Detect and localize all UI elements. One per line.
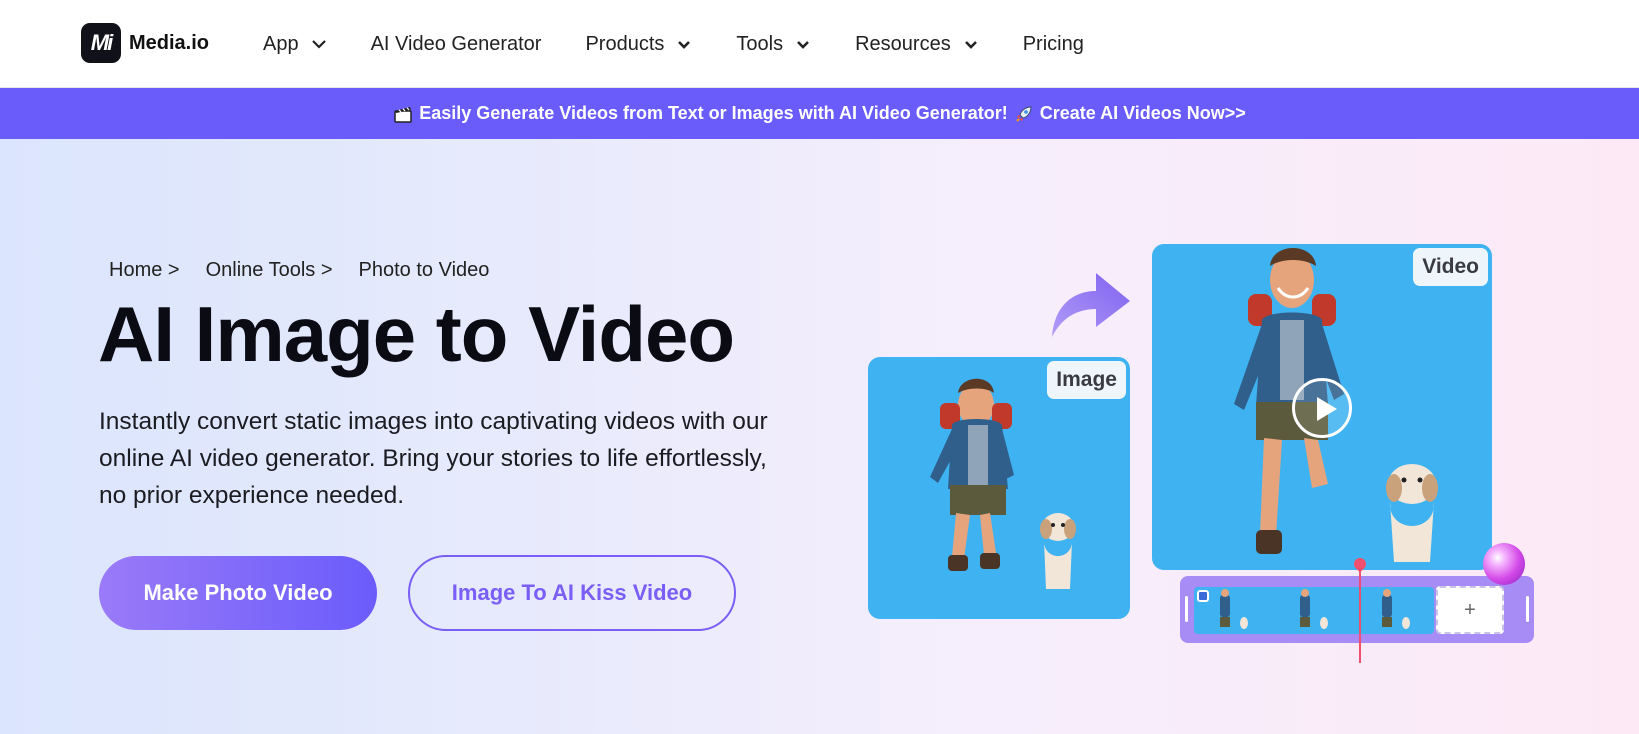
video-label: Video: [1413, 248, 1488, 286]
hero-section: Home > Online Tools > Photo to Video AI …: [0, 139, 1639, 734]
image-label: Image: [1047, 361, 1126, 399]
promo-text: Easily Generate Videos from Text or Imag…: [419, 103, 1008, 123]
promo-link[interactable]: Easily Generate Videos from Text or Imag…: [393, 103, 1246, 124]
page-title: AI Image to Video: [98, 290, 735, 378]
nav-products[interactable]: Products: [585, 33, 692, 56]
nav-app[interactable]: App: [263, 33, 327, 56]
breadcrumb: Home > Online Tools > Photo to Video: [109, 259, 515, 282]
curved-arrow-icon: [1048, 267, 1132, 339]
nav-label: Tools: [736, 32, 784, 55]
nav-label: AI Video Generator: [370, 32, 542, 55]
video-preview-card: Video: [1152, 244, 1492, 570]
nav-label: Products: [585, 32, 665, 55]
clapperboard-icon: [393, 104, 413, 124]
logo-mark-icon: Mi: [81, 23, 121, 63]
logo-text: Media.io: [129, 31, 210, 54]
timeline-thumbnails: [1220, 589, 1410, 629]
sparkle-orb-icon: [1483, 543, 1525, 585]
main-nav: App AI Video Generator Products Tools Re…: [263, 0, 1128, 88]
play-icon[interactable]: [1292, 378, 1352, 438]
breadcrumb-home[interactable]: Home >: [109, 259, 180, 282]
timeline-playhead[interactable]: [1359, 561, 1361, 663]
chevron-down-icon: [963, 36, 979, 52]
nav-pricing[interactable]: Pricing: [1023, 33, 1084, 56]
timeline-add-button[interactable]: +: [1436, 586, 1504, 634]
promo-cta: Create AI Videos Now>>: [1039, 103, 1246, 123]
nav-label: App: [263, 32, 299, 55]
nav-label: Pricing: [1022, 32, 1084, 55]
make-photo-video-button[interactable]: Make Photo Video: [99, 556, 377, 630]
nav-label: Resources: [855, 32, 951, 55]
nav-ai-video-generator[interactable]: AI Video Generator: [371, 33, 542, 56]
hero-description: Instantly convert static images into cap…: [99, 408, 768, 509]
image-to-ai-kiss-video-button[interactable]: Image To AI Kiss Video: [408, 555, 736, 631]
chevron-down-icon: [795, 36, 811, 52]
chevron-down-icon: [676, 36, 692, 52]
breadcrumb-online-tools[interactable]: Online Tools >: [206, 259, 333, 282]
site-header: Mi Media.io App AI Video Generator Produ…: [0, 0, 1639, 88]
timeline-left-handle[interactable]: [1185, 596, 1188, 622]
logo[interactable]: Mi Media.io: [81, 23, 209, 63]
chevron-down-icon: [311, 36, 327, 52]
video-timeline: +: [1180, 576, 1534, 643]
timeline-lock-icon[interactable]: [1197, 590, 1209, 602]
promo-banner: Easily Generate Videos from Text or Imag…: [0, 88, 1639, 139]
breadcrumb-current: Photo to Video: [358, 259, 490, 281]
timeline-right-handle[interactable]: [1526, 596, 1529, 622]
rocket-icon: [1014, 104, 1034, 124]
image-preview-card: Image: [868, 357, 1130, 619]
nav-resources[interactable]: Resources: [855, 33, 979, 56]
timeline-clip-strip[interactable]: [1194, 587, 1434, 634]
nav-tools[interactable]: Tools: [736, 33, 811, 56]
